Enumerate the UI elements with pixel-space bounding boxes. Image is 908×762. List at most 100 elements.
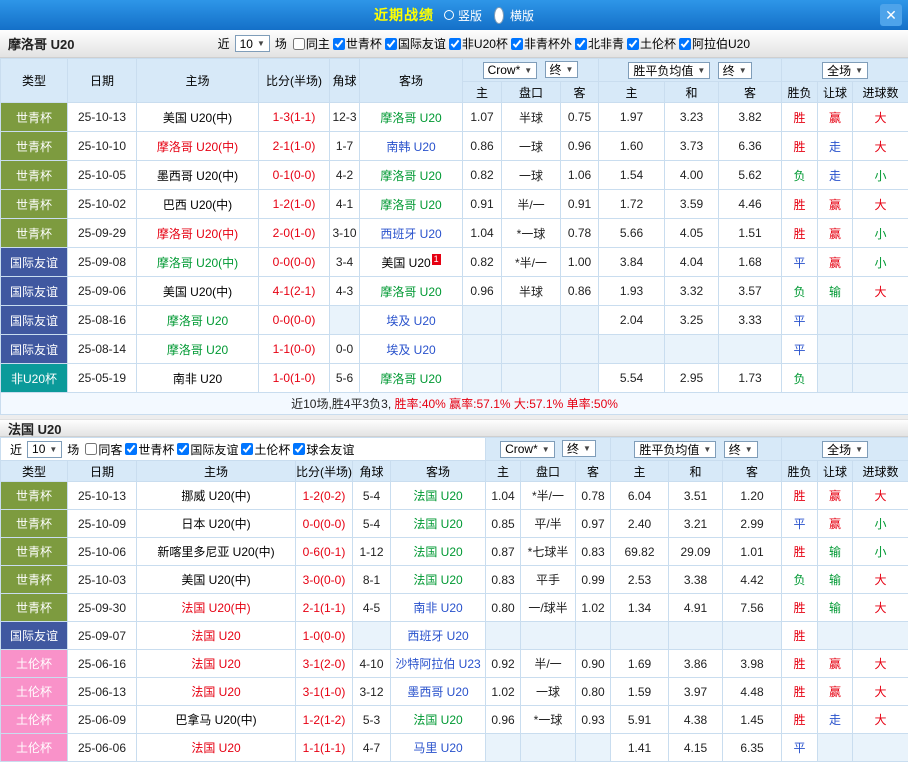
away-team-name[interactable]: 摩洛哥 U20	[380, 111, 441, 125]
close-button[interactable]: ✕	[880, 4, 902, 26]
home-team-name[interactable]: 美国 U20(中)	[163, 111, 232, 125]
away-team-name[interactable]: 法国 U20	[413, 713, 462, 727]
home-team-name[interactable]: 新喀里多尼亚 U20(中)	[157, 545, 274, 559]
checkbox-input[interactable]	[575, 38, 587, 50]
fulltime-select[interactable]: 全场▼	[822, 62, 868, 79]
home-team-name[interactable]: 日本 U20(中)	[181, 517, 250, 531]
filter-checkbox-1-0[interactable]: 同客	[85, 441, 122, 458]
avg-draw-cell: 3.32	[665, 277, 719, 306]
avg-odds-select[interactable]: 胜平负均值▼	[634, 441, 716, 458]
home-team-name[interactable]: 摩洛哥 U20(中)	[157, 140, 238, 154]
away-team-name[interactable]: 南韩 U20	[386, 140, 435, 154]
goals-cell	[853, 335, 908, 364]
sub-odds-away: 客	[561, 82, 599, 103]
filter-checkbox-1-3[interactable]: 土伦杯	[241, 441, 290, 458]
avg-home-cell	[599, 335, 665, 364]
away-team-name[interactable]: 摩洛哥 U20	[380, 285, 441, 299]
away-team-name[interactable]: 法国 U20	[413, 545, 462, 559]
odds-line-cell: 平手	[521, 566, 576, 594]
home-team-name[interactable]: 摩洛哥 U20(中)	[157, 227, 238, 241]
away-team-name[interactable]: 沙特阿拉伯 U23	[395, 657, 480, 671]
home-team-name[interactable]: 巴西 U20(中)	[163, 198, 232, 212]
away-team-name[interactable]: 埃及 U20	[386, 314, 435, 328]
home-team-name[interactable]: 摩洛哥 U20(中)	[157, 256, 238, 270]
away-team-name[interactable]: 法国 U20	[413, 573, 462, 587]
filter-checkbox-1-1[interactable]: 世青杯	[125, 441, 174, 458]
type-cell: 国际友谊	[1, 248, 68, 277]
odds-away-cell	[561, 306, 599, 335]
filter-checkbox-0-2[interactable]: 国际友谊	[385, 35, 446, 52]
home-team-name[interactable]: 法国 U20	[191, 685, 240, 699]
avg-odds-select[interactable]: 胜平负均值▼	[628, 62, 710, 79]
checkbox-input[interactable]	[385, 38, 397, 50]
home-team-name[interactable]: 摩洛哥 U20	[167, 314, 228, 328]
goals-cell: 大	[853, 132, 908, 161]
home-team-name[interactable]: 挪威 U20(中)	[181, 489, 250, 503]
handicap-cell: 赢	[818, 510, 853, 538]
checkbox-input[interactable]	[85, 443, 97, 455]
home-team-name[interactable]: 美国 U20(中)	[181, 573, 250, 587]
col-score: 比分(半场)	[259, 59, 330, 103]
away-team-name[interactable]: 埃及 U20	[386, 343, 435, 357]
checkbox-input[interactable]	[241, 443, 253, 455]
home-team-name[interactable]: 法国 U20	[191, 657, 240, 671]
layout-horizontal-radio[interactable]: 横版	[492, 7, 534, 24]
checkbox-input[interactable]	[177, 443, 189, 455]
score-cell: 1-3(1-1)	[259, 103, 330, 132]
match-row: 国际友谊25-09-07法国 U201-0(0-0)西班牙 U20胜	[1, 622, 908, 650]
filter-checkbox-0-3[interactable]: 非U20杯	[449, 35, 508, 52]
col-away: 客场	[360, 59, 463, 103]
fulltime-select[interactable]: 全场▼	[822, 441, 868, 458]
away-team-name[interactable]: 西班牙 U20	[407, 629, 468, 643]
home-team-name[interactable]: 法国 U20	[191, 741, 240, 755]
away-team-name[interactable]: 摩洛哥 U20	[380, 198, 441, 212]
home-team-name[interactable]: 法国 U20	[191, 629, 240, 643]
avg-final-select[interactable]: 终▼	[724, 441, 758, 458]
checkbox-input[interactable]	[679, 38, 691, 50]
filter-checkbox-0-4[interactable]: 非青杯外	[511, 35, 572, 52]
checkbox-input[interactable]	[449, 38, 461, 50]
home-team-name[interactable]: 美国 U20(中)	[163, 285, 232, 299]
away-team-name[interactable]: 南非 U20	[413, 601, 462, 615]
checkbox-input[interactable]	[125, 443, 137, 455]
checkbox-input[interactable]	[511, 38, 523, 50]
filter-checkbox-0-5[interactable]: 北非青	[575, 35, 624, 52]
layout-vertical-radio[interactable]: 竖版	[444, 7, 482, 24]
checkbox-input[interactable]	[333, 38, 345, 50]
away-team-name[interactable]: 摩洛哥 U20	[380, 169, 441, 183]
away-team-name[interactable]: 墨西哥 U20	[407, 685, 468, 699]
odds-provider-select[interactable]: Crow*▼	[500, 441, 555, 458]
filter-checkbox-0-7[interactable]: 阿拉伯U20	[679, 35, 750, 52]
home-team-name[interactable]: 法国 U20(中)	[181, 601, 250, 615]
away-team-name[interactable]: 西班牙 U20	[380, 227, 441, 241]
home-team-name[interactable]: 摩洛哥 U20	[167, 343, 228, 357]
away-team-name[interactable]: 美国 U20	[381, 256, 430, 270]
away-team-name[interactable]: 马里 U20	[413, 741, 462, 755]
filter-checkbox-0-0[interactable]: 同主	[293, 35, 330, 52]
home-team-name[interactable]: 巴拿马 U20(中)	[175, 713, 256, 727]
filter-checkbox-0-6[interactable]: 土伦杯	[627, 35, 676, 52]
odds-provider-select[interactable]: Crow*▼	[483, 62, 538, 79]
filter-checkbox-1-4[interactable]: 球会友谊	[293, 441, 354, 458]
odds-final-select[interactable]: 终▼	[562, 440, 596, 457]
avg-final-select[interactable]: 终▼	[718, 62, 752, 79]
away-team-name[interactable]: 摩洛哥 U20	[380, 372, 441, 386]
avg-home-cell: 1.54	[599, 161, 665, 190]
filter-checkbox-1-2[interactable]: 国际友谊	[177, 441, 238, 458]
odds-line-cell	[502, 335, 561, 364]
goals-cell: 大	[853, 190, 908, 219]
away-team-name[interactable]: 法国 U20	[413, 517, 462, 531]
games-count-select[interactable]: 10▼	[235, 35, 270, 52]
odds-final-select[interactable]: 终▼	[545, 61, 579, 78]
checkbox-input[interactable]	[293, 443, 305, 455]
games-count-select[interactable]: 10▼	[27, 441, 62, 458]
filter-checkbox-0-1[interactable]: 世青杯	[333, 35, 382, 52]
goals-cell	[853, 622, 908, 650]
home-team-name[interactable]: 南非 U20	[173, 372, 222, 386]
checkbox-input[interactable]	[627, 38, 639, 50]
home-team-name[interactable]: 墨西哥 U20(中)	[157, 169, 238, 183]
away-team-cell: 墨西哥 U20	[391, 678, 486, 706]
checkbox-input[interactable]	[293, 38, 305, 50]
away-team-name[interactable]: 法国 U20	[413, 489, 462, 503]
date-cell: 25-05-19	[68, 364, 137, 393]
